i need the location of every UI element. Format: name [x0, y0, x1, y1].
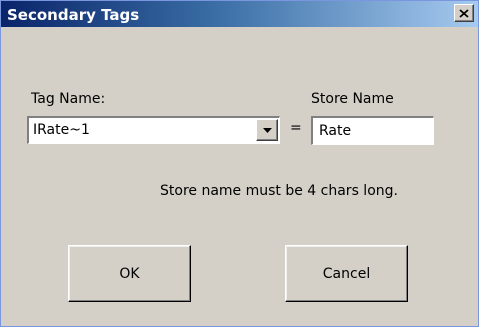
- title-bar[interactable]: Secondary Tags: [1, 1, 478, 27]
- equals-sign: =: [290, 120, 302, 136]
- dialog-title: Secondary Tags: [7, 6, 140, 24]
- tag-name-value: IRate~1: [33, 122, 90, 138]
- close-button[interactable]: [454, 4, 474, 22]
- dropdown-button[interactable]: [256, 119, 278, 141]
- tag-name-dropdown[interactable]: IRate~1: [27, 116, 280, 144]
- chevron-down-icon: [262, 127, 272, 133]
- store-name-input[interactable]: [311, 116, 434, 145]
- close-icon: [459, 8, 469, 18]
- cancel-button[interactable]: Cancel: [285, 245, 408, 302]
- tag-name-label: Tag Name:: [31, 91, 106, 107]
- secondary-tags-dialog: Secondary Tags Tag Name: Store Name IRat…: [0, 0, 479, 327]
- hint-text: Store name must be 4 chars long.: [160, 183, 398, 199]
- ok-button[interactable]: OK: [68, 245, 191, 302]
- store-name-label: Store Name: [311, 91, 394, 107]
